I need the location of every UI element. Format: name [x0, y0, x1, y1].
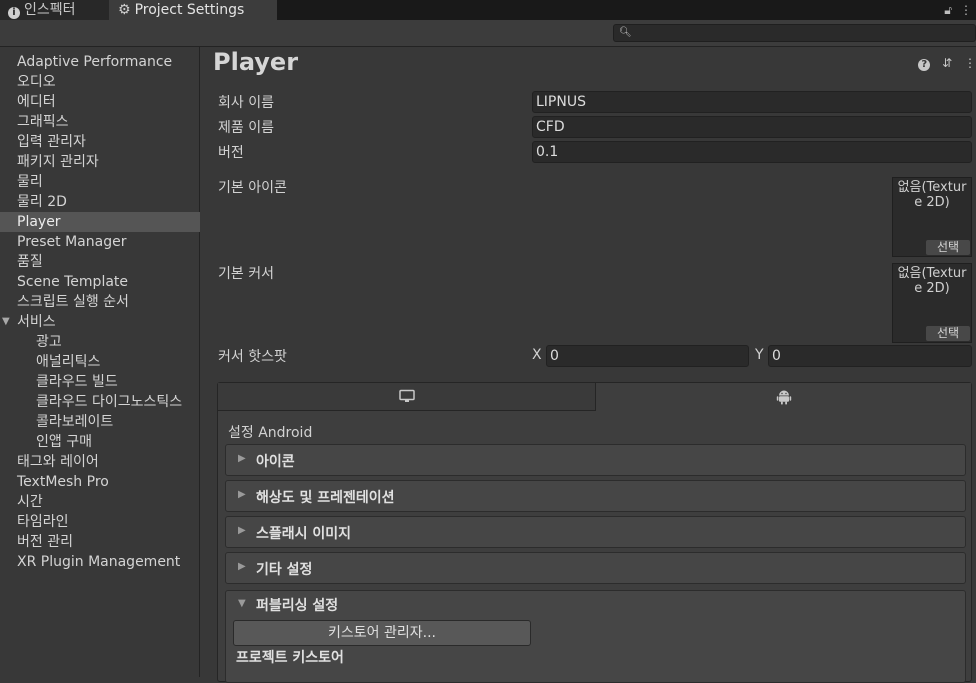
android-icon	[776, 390, 791, 405]
foldout-label: 아이콘	[256, 454, 295, 470]
default-cursor-label: 기본 커서	[218, 266, 274, 282]
keystore-manager-button[interactable]: 키스토어 관리자...	[233, 620, 531, 646]
tab-project-settings[interactable]: ⚙ Project Settings	[109, 0, 277, 20]
page-title: Player	[213, 48, 299, 76]
company-name-label: 회사 이름	[218, 95, 274, 111]
foldout-label: 기타 설정	[256, 562, 313, 578]
info-icon: i	[8, 7, 20, 19]
default-icon-label: 기본 아이콘	[218, 180, 287, 196]
sidebar-item-time[interactable]: 시간	[0, 492, 216, 512]
sidebar-item-editor[interactable]: 에디터	[0, 92, 216, 112]
publishing-settings-section: ▼ 퍼블리싱 설정 키스토어 관리자... 프로젝트 키스토어	[225, 590, 966, 683]
tab-inspector[interactable]: i 인스펙터	[0, 0, 109, 20]
platform-settings-title: 설정 Android	[228, 425, 313, 441]
publishing-settings-label[interactable]: 퍼블리싱 설정	[256, 595, 338, 615]
sidebar-item-script-execution-order[interactable]: 스크립트 실행 순서	[0, 292, 216, 312]
cursor-hotspot-label: 커서 핫스팟	[218, 349, 287, 365]
sidebar-item-audio[interactable]: 오디오	[0, 72, 216, 92]
sidebar-item-preset-manager[interactable]: Preset Manager	[0, 232, 216, 252]
hotspot-x-label: X	[532, 347, 542, 363]
hotspot-y-field[interactable]: 0	[768, 345, 972, 367]
help-icon[interactable]: ?	[918, 59, 931, 71]
search-input[interactable]	[630, 25, 974, 43]
tab-project-settings-label: Project Settings	[134, 2, 245, 18]
tab-standalone[interactable]	[218, 383, 596, 411]
preset-icon[interactable]: ⇵	[942, 56, 952, 70]
version-label: 버전	[218, 145, 244, 161]
project-keystore-label: 프로젝트 키스토어	[236, 650, 344, 666]
foldout-splash-image[interactable]: ▶ 스플래시 이미지	[225, 516, 966, 548]
tab-inspector-label: 인스펙터	[24, 2, 76, 18]
collapsed-arrow-icon: ▶	[238, 525, 246, 536]
product-name-field[interactable]: CFD	[532, 116, 972, 138]
sidebar-item-graphics[interactable]: 그래픽스	[0, 112, 216, 132]
sidebar-item-tags-and-layers[interactable]: 태그와 레이어	[0, 452, 216, 472]
more-icon[interactable]: ⋮	[964, 56, 976, 70]
collapsed-arrow-icon: ▶	[238, 489, 246, 500]
tab-android[interactable]	[596, 383, 971, 411]
window-controls: 🔓︎ ⋮	[940, 0, 976, 20]
sidebar-item-physics-2d[interactable]: 물리 2D	[0, 192, 216, 212]
platform-settings-box: 설정 Android ▶ 아이콘 ▶ 해상도 및 프레젠테이션 ▶ 스플래시 이…	[217, 382, 972, 683]
foldout-label: 해상도 및 프레젠테이션	[256, 490, 395, 506]
sidebar-item-xr-plugin-management[interactable]: XR Plugin Management	[0, 552, 216, 572]
foldout-icon[interactable]: ▶ 아이콘	[225, 444, 966, 476]
select-button[interactable]: 선택	[926, 240, 970, 255]
player-settings-panel: Player ? ⇵ ⋮ 회사 이름 LIPNUS 제품 이름 CFD 버전 0…	[200, 47, 976, 683]
foldout-label: 스플래시 이미지	[256, 526, 352, 542]
gear-icon: ⚙	[118, 2, 131, 18]
sidebar-item-input-manager[interactable]: 입력 관리자	[0, 132, 216, 152]
sidebar-item-timeline[interactable]: 타임라인	[0, 512, 216, 532]
settings-toolbar: 🔍︎	[0, 20, 976, 47]
foldout-other-settings[interactable]: ▶ 기타 설정	[225, 552, 966, 584]
version-field[interactable]: 0.1	[532, 141, 972, 163]
expand-arrow-icon[interactable]: ▼	[2, 312, 10, 332]
object-none-text: 없음(Textur e 2D)	[897, 180, 967, 210]
sidebar-item-services-label: 서비스	[17, 314, 56, 330]
search-field[interactable]: 🔍︎	[613, 24, 976, 43]
more-icon[interactable]: ⋮	[960, 0, 972, 20]
sidebar-item-player[interactable]: Player	[0, 212, 216, 232]
collapsed-arrow-icon: ▶	[238, 561, 246, 572]
sidebar-item-physics[interactable]: 물리	[0, 172, 216, 192]
sidebar-item-scene-template[interactable]: Scene Template	[0, 272, 216, 292]
platform-tabs	[218, 383, 971, 411]
collapsed-arrow-icon: ▶	[238, 453, 246, 464]
product-name-label: 제품 이름	[218, 120, 274, 136]
select-button[interactable]: 선택	[926, 326, 970, 341]
object-none-text: 없음(Textur e 2D)	[897, 266, 967, 296]
window-tab-bar: i 인스펙터 ⚙ Project Settings 🔓︎ ⋮	[0, 0, 976, 20]
hotspot-x-field[interactable]: 0	[546, 345, 749, 367]
lock-icon[interactable]: 🔓︎	[944, 0, 952, 20]
foldout-resolution[interactable]: ▶ 해상도 및 프레젠테이션	[225, 480, 966, 512]
default-icon-slot[interactable]: 없음(Textur e 2D) 선택	[892, 177, 972, 257]
expanded-arrow-icon[interactable]: ▼	[238, 598, 246, 609]
company-name-field[interactable]: LIPNUS	[532, 91, 972, 113]
hotspot-y-label: Y	[755, 347, 764, 363]
default-cursor-slot[interactable]: 없음(Textur e 2D) 선택	[892, 263, 972, 343]
sidebar-item-adaptive-performance[interactable]: Adaptive Performance	[0, 52, 216, 72]
header-icons: ? ⇵ ⋮	[918, 56, 976, 71]
sidebar-item-textmesh-pro[interactable]: TextMesh Pro	[0, 472, 216, 492]
sidebar-item-package-manager[interactable]: 패키지 관리자	[0, 152, 216, 172]
sidebar-item-quality[interactable]: 품질	[0, 252, 216, 272]
sidebar-item-services[interactable]: ▼ 서비스	[0, 312, 199, 332]
sidebar-item-version-control[interactable]: 버전 관리	[0, 532, 216, 552]
monitor-icon	[398, 389, 415, 402]
settings-sidebar: Adaptive Performance 오디오 에디터 그래픽스 입력 관리자…	[0, 47, 216, 677]
